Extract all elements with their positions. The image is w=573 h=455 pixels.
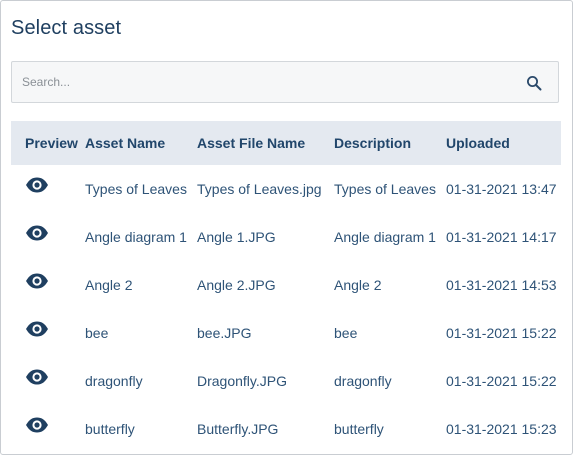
table-row[interactable]: bee bee.JPG bee 01-31-2021 15:22 [11, 309, 561, 357]
uploaded-cell: 01-31-2021 13:47 [446, 181, 557, 197]
asset-file-name-cell: Butterfly.JPG [197, 421, 279, 437]
description-cell: Angle 2 [334, 277, 382, 293]
asset-name-cell: Types of Leaves [85, 181, 187, 197]
asset-name-cell: Angle diagram 1 [85, 229, 187, 245]
eye-icon[interactable] [25, 417, 49, 433]
preview-cell [11, 261, 85, 309]
preview-cell [11, 309, 85, 357]
table-row[interactable]: Angle 2 Angle 2.JPG Angle 2 01-31-2021 14:5… [11, 261, 561, 309]
select-asset-dialog: Select asset Preview Asset Name Asset Fi… [0, 0, 573, 455]
search-icon[interactable] [526, 75, 542, 91]
eye-icon[interactable] [25, 369, 49, 385]
preview-cell [11, 213, 85, 261]
description-cell: dragonfly [334, 373, 392, 389]
dialog-title: Select asset [11, 17, 122, 39]
column-header-preview[interactable]: Preview [11, 121, 85, 165]
table-row[interactable]: Angle diagram 1 Angle 1.JPG Angle diagram … [11, 213, 561, 261]
description-cell: Types of Leaves [334, 181, 436, 197]
asset-name-cell: butterfly [85, 421, 135, 437]
uploaded-cell: 01-31-2021 15:22 [446, 325, 557, 341]
asset-file-name-cell: Angle 2.JPG [197, 277, 276, 293]
table-header-row: Preview Asset Name Asset File Name Descr… [11, 121, 561, 165]
table-row[interactable]: dragonfly Dragonfly.JPG dragonfly 01-31-202… [11, 357, 561, 405]
table-row[interactable]: Types of Leaves Types of Leaves.jpg Types … [11, 165, 561, 213]
asset-name-cell: dragonfly [85, 373, 143, 389]
preview-cell [11, 165, 85, 213]
preview-cell [11, 405, 85, 453]
table-body: Types of Leaves Types of Leaves.jpg Types … [11, 165, 561, 453]
column-header-uploaded[interactable]: Uploaded [446, 121, 561, 165]
column-header-asset-file-name[interactable]: Asset File Name [197, 121, 334, 165]
eye-icon[interactable] [25, 225, 49, 241]
description-cell: bee [334, 325, 358, 341]
asset-file-name-cell: bee.JPG [197, 325, 252, 341]
uploaded-cell: 01-31-2021 15:23 [446, 421, 557, 437]
column-header-asset-name[interactable]: Asset Name [85, 121, 197, 165]
asset-name-cell: bee [85, 325, 109, 341]
search-box [11, 61, 559, 103]
description-cell: butterfly [334, 421, 384, 437]
column-header-description[interactable]: Description [334, 121, 446, 165]
search-input[interactable] [12, 62, 512, 102]
table-row[interactable]: butterfly Butterfly.JPG butterfly 01-31-202… [11, 405, 561, 453]
uploaded-cell: 01-31-2021 14:17 [446, 229, 557, 245]
eye-icon[interactable] [25, 273, 49, 289]
uploaded-cell: 01-31-2021 14:53 [446, 277, 557, 293]
asset-file-name-cell: Types of Leaves.jpg [197, 181, 322, 197]
asset-name-cell: Angle 2 [85, 277, 133, 293]
asset-file-name-cell: Angle 1.JPG [197, 229, 276, 245]
description-cell: Angle diagram 1 [334, 229, 436, 245]
asset-table: Preview Asset Name Asset File Name Descr… [11, 121, 561, 453]
uploaded-cell: 01-31-2021 15:22 [446, 373, 557, 389]
eye-icon[interactable] [25, 177, 49, 193]
asset-file-name-cell: Dragonfly.JPG [197, 373, 287, 389]
eye-icon[interactable] [25, 321, 49, 337]
preview-cell [11, 357, 85, 405]
